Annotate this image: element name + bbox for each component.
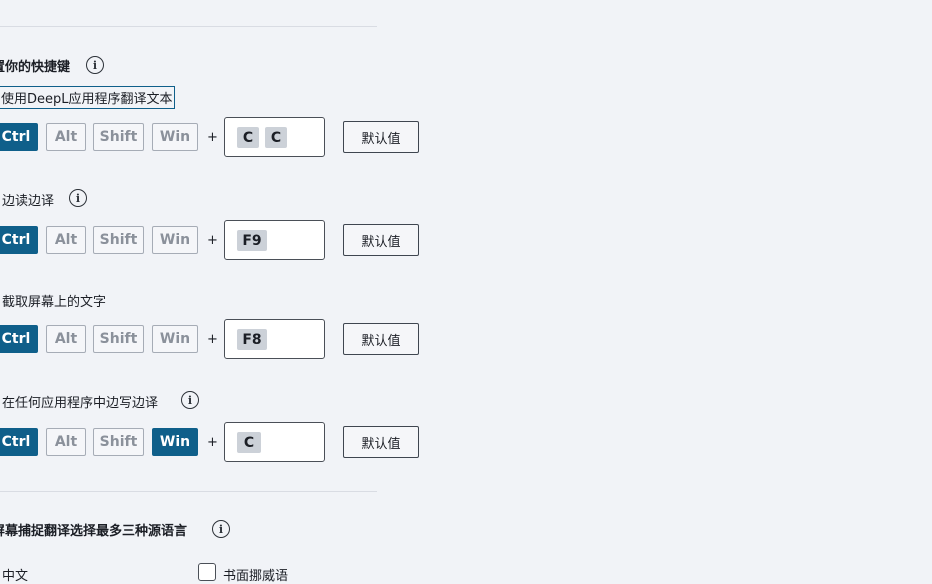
info-icon[interactable]: i bbox=[86, 56, 104, 74]
reset-default-button[interactable]: 默认值 bbox=[343, 323, 419, 355]
win-toggle[interactable]: Win bbox=[152, 226, 198, 254]
alt-toggle[interactable]: Alt bbox=[46, 325, 86, 353]
language-option-label[interactable]: 书面挪威语 bbox=[223, 565, 288, 584]
capture-section-title: 屏幕捕捉翻译选择最多三种源语言 bbox=[0, 524, 188, 539]
alt-toggle[interactable]: Alt bbox=[46, 123, 86, 151]
key-chip: C bbox=[237, 432, 261, 453]
key-chip: C bbox=[237, 127, 259, 148]
shift-toggle[interactable]: Shift bbox=[93, 428, 144, 456]
plus-sign: + bbox=[207, 233, 218, 248]
key-chip: F8 bbox=[237, 329, 267, 350]
info-icon[interactable]: i bbox=[69, 189, 87, 207]
ctrl-toggle[interactable]: Ctrl bbox=[0, 226, 38, 254]
shortcut-label: 在任何应用程序中边写边译 bbox=[2, 396, 159, 411]
shortcut-key-field[interactable]: F9 bbox=[224, 220, 325, 260]
shift-toggle[interactable]: Shift bbox=[93, 226, 144, 254]
key-chip: C bbox=[265, 127, 287, 148]
win-toggle[interactable]: Win bbox=[152, 325, 198, 353]
win-toggle[interactable]: Win bbox=[152, 123, 198, 151]
alt-toggle[interactable]: Alt bbox=[46, 226, 86, 254]
ctrl-toggle[interactable]: Ctrl bbox=[0, 325, 38, 353]
ctrl-toggle[interactable]: Ctrl bbox=[0, 428, 38, 456]
divider-top bbox=[0, 26, 377, 27]
plus-sign: + bbox=[207, 435, 218, 450]
key-chip: F9 bbox=[237, 230, 267, 251]
alt-toggle[interactable]: Alt bbox=[46, 428, 86, 456]
shift-toggle[interactable]: Shift bbox=[93, 123, 144, 151]
info-icon[interactable]: i bbox=[212, 520, 230, 538]
shift-toggle[interactable]: Shift bbox=[93, 325, 144, 353]
shortcut-key-field[interactable]: C C bbox=[224, 117, 325, 157]
reset-default-button[interactable]: 默认值 bbox=[343, 426, 419, 458]
ctrl-toggle[interactable]: Ctrl bbox=[0, 123, 38, 151]
reset-default-button[interactable]: 默认值 bbox=[343, 224, 419, 256]
plus-sign: + bbox=[207, 130, 218, 145]
language-checkbox[interactable] bbox=[198, 563, 216, 581]
shortcut-label: 截取屏幕上的文字 bbox=[2, 295, 107, 310]
shortcut-label: 使用DeepL应用程序翻译文本 bbox=[0, 86, 175, 109]
shortcut-key-field[interactable]: F8 bbox=[224, 319, 325, 359]
plus-sign: + bbox=[207, 332, 218, 347]
shortcut-key-field[interactable]: C bbox=[224, 422, 325, 462]
divider-bottom bbox=[0, 491, 377, 492]
language-option-label[interactable]: 中文 bbox=[2, 565, 28, 584]
shortcut-label: 边读边译 bbox=[2, 194, 55, 209]
win-toggle[interactable]: Win bbox=[152, 428, 198, 456]
shortcuts-section-title: 置你的快捷键 bbox=[0, 60, 71, 75]
info-icon[interactable]: i bbox=[181, 391, 199, 409]
reset-default-button[interactable]: 默认值 bbox=[343, 121, 419, 153]
